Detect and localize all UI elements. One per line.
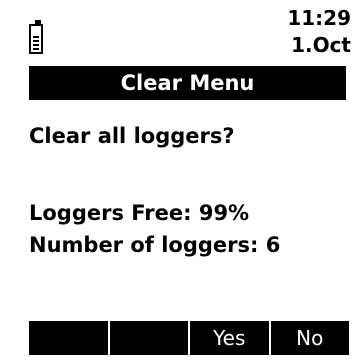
softkey-1[interactable] xyxy=(29,321,110,355)
yes-button[interactable]: Yes xyxy=(190,321,271,355)
clock-date: 1.Oct xyxy=(291,33,351,57)
battery-level xyxy=(33,34,39,50)
clock-time: 11:29 xyxy=(287,6,351,30)
battery-icon xyxy=(29,20,43,54)
no-button[interactable]: No xyxy=(270,321,349,355)
softkey-bar: Yes No xyxy=(29,321,349,355)
softkey-2[interactable] xyxy=(109,321,190,355)
number-of-loggers-text: Number of loggers: 6 xyxy=(29,233,281,257)
loggers-free-text: Loggers Free: 99% xyxy=(29,201,250,225)
menu-title-bar: Clear Menu xyxy=(29,66,346,100)
battery-tip xyxy=(35,20,41,24)
confirm-question: Clear all loggers? xyxy=(29,124,235,148)
